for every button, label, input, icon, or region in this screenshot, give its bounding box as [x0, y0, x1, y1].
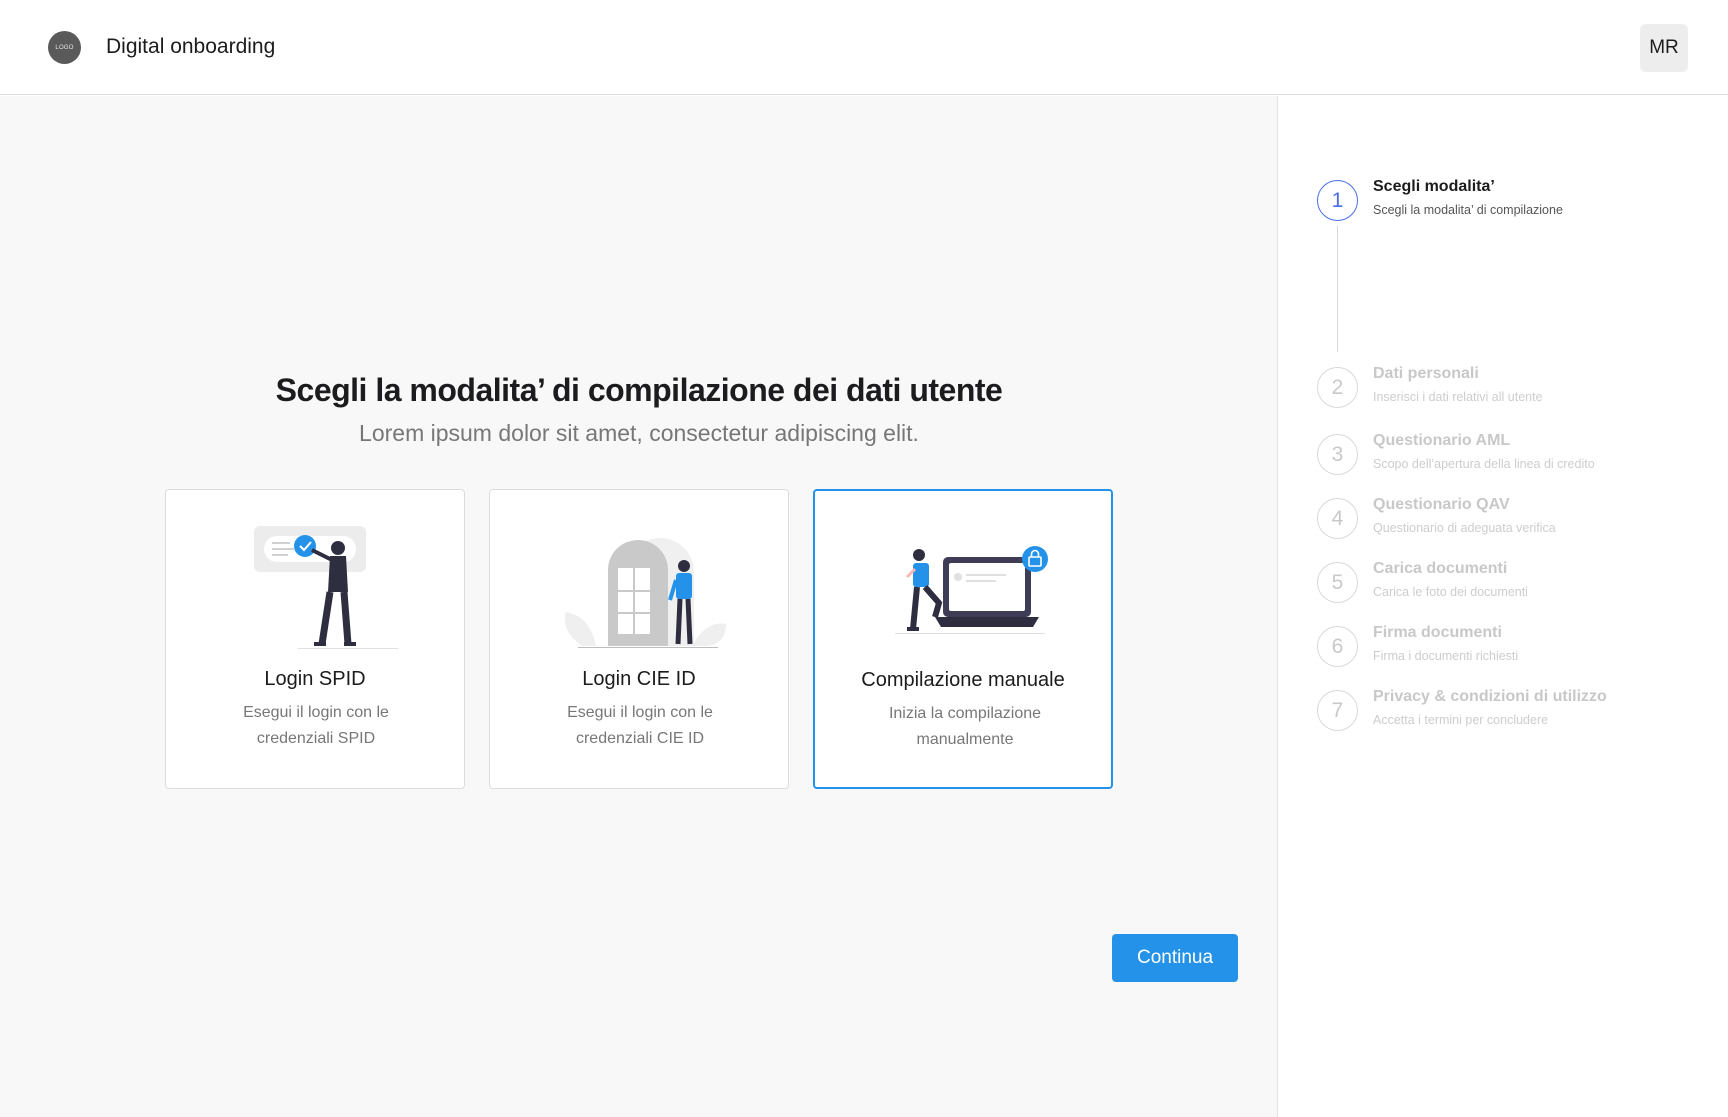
- card-title: Login CIE ID: [582, 668, 696, 690]
- step-description: Carica le foto dei documenti: [1373, 585, 1528, 599]
- app-title: Digital onboarding: [106, 35, 276, 58]
- step-number: 3: [1317, 434, 1358, 475]
- step-number: 4: [1317, 498, 1358, 539]
- card-description: Esegui il login con le credenziali SPID: [243, 704, 389, 747]
- step-3[interactable]: 3 Questionario AML Scopo dell’apertura d…: [1317, 432, 1717, 484]
- step-4[interactable]: 4 Questionario QAV Questionario di adegu…: [1317, 496, 1717, 548]
- option-card-spid[interactable]: Login SPID Esegui il login con le creden…: [165, 489, 465, 789]
- logo[interactable]: LOGO: [48, 31, 81, 64]
- option-card-manual[interactable]: Compilazione manuale Inizia la compilazi…: [813, 489, 1113, 789]
- step-description: Inserisci i dati relativi all utente: [1373, 390, 1543, 404]
- step-title: Privacy & condizioni di utilizzo: [1373, 688, 1607, 705]
- step-number: 2: [1317, 367, 1358, 408]
- step-number: 6: [1317, 626, 1358, 667]
- step-title: Dati personali: [1373, 365, 1479, 382]
- person-door-illustration: [564, 538, 726, 648]
- step-description: Accetta i termini per concludere: [1373, 713, 1549, 727]
- step-number: 1: [1317, 180, 1358, 221]
- person-laptop-lock-illustration: [895, 546, 1048, 634]
- card-title: Compilazione manuale: [861, 669, 1065, 691]
- step-title: Questionario AML: [1373, 432, 1511, 449]
- step-connector-line: [1337, 226, 1338, 352]
- app-header: LOGO Digital onboarding MR: [0, 0, 1728, 95]
- step-5[interactable]: 5 Carica documenti Carica le foto dei do…: [1317, 560, 1717, 612]
- card-description: Esegui il login con le credenziali CIE I…: [567, 704, 713, 747]
- card-description: Inizia la compilazione manualmente: [888, 705, 1042, 748]
- person-verification-illustration: [254, 526, 398, 649]
- step-description: Questionario di adeguata verifica: [1373, 521, 1556, 535]
- step-description: Scopo dell’apertura della linea di credi…: [1373, 457, 1595, 471]
- continue-button[interactable]: Continua: [1112, 934, 1238, 982]
- card-title: Login SPID: [264, 668, 366, 690]
- step-6[interactable]: 6 Firma documenti Firma i documenti rich…: [1317, 624, 1717, 676]
- progress-stepper: 1 Scegli modalita’ Scegli la modalita’ d…: [1279, 96, 1728, 1117]
- step-description: Firma i documenti richiesti: [1373, 649, 1519, 663]
- option-card-cie-id[interactable]: Login CIE ID Esegui il login con le cred…: [489, 489, 789, 789]
- step-title: Questionario QAV: [1373, 496, 1510, 513]
- page-title: Scegli la modalita’ di compilazione dei …: [275, 372, 1003, 408]
- step-number: 5: [1317, 562, 1358, 603]
- step-1[interactable]: 1 Scegli modalita’ Scegli la modalita’ d…: [1317, 178, 1717, 230]
- main-content: Scegli la modalita’ di compilazione dei …: [0, 96, 1278, 1117]
- step-title: Carica documenti: [1373, 560, 1508, 577]
- step-title: Scegli modalita’: [1373, 178, 1495, 195]
- step-title: Firma documenti: [1373, 624, 1502, 641]
- page-subtitle: Lorem ipsum dolor sit amet, consectetur …: [359, 420, 919, 446]
- step-description: Scegli la modalita’ di compilazione: [1373, 203, 1563, 217]
- step-number: 7: [1317, 690, 1358, 731]
- step-7[interactable]: 7 Privacy & condizioni di utilizzo Accet…: [1317, 688, 1717, 740]
- step-2[interactable]: 2 Dati personali Inserisci i dati relati…: [1317, 365, 1717, 417]
- user-avatar[interactable]: MR: [1640, 24, 1688, 72]
